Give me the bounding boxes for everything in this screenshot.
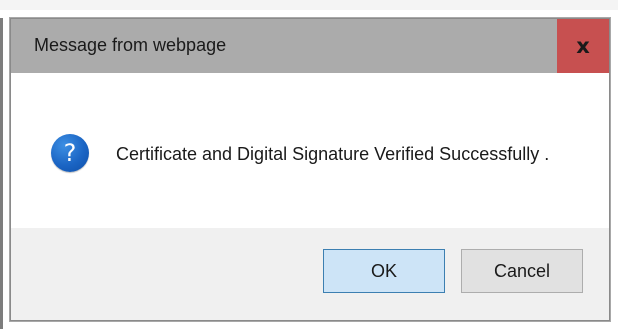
dialog-titlebar[interactable]: Message from webpage x <box>11 19 609 73</box>
question-icon: ? <box>51 134 89 172</box>
question-mark-glyph: ? <box>63 138 77 167</box>
background-window-edge <box>0 18 3 329</box>
dialog-footer: OK Cancel <box>11 228 609 320</box>
dialog-content: ? Certificate and Digital Signature Veri… <box>11 73 609 228</box>
background-strip <box>0 0 618 10</box>
message-dialog: Message from webpage x ? Certificate and… <box>10 18 610 321</box>
screen: Message from webpage x ? Certificate and… <box>0 0 618 329</box>
close-button[interactable]: x <box>557 19 609 73</box>
dialog-title: Message from webpage <box>34 35 227 55</box>
dialog-message: Certificate and Digital Signature Verifi… <box>116 144 550 164</box>
close-icon: x <box>576 33 590 58</box>
ok-button[interactable]: OK <box>323 249 445 293</box>
cancel-button[interactable]: Cancel <box>461 249 583 293</box>
